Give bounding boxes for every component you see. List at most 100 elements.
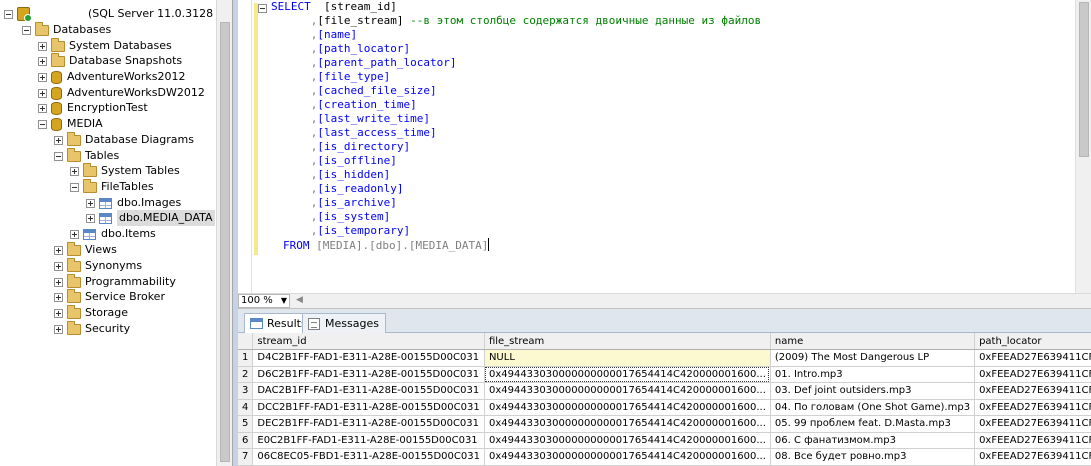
header-file-stream[interactable]: file_stream (484, 333, 771, 350)
expand-icon[interactable] (38, 41, 47, 51)
tree-node-system-databases[interactable]: System Databases (38, 37, 172, 54)
cell-path-locator[interactable]: 0xFEEAD27E639411CFF110543BE8D83EFBF (974, 399, 1091, 416)
expand-icon[interactable] (54, 135, 63, 145)
tree-node-dbo-images[interactable]: dbo.Images (86, 195, 181, 211)
cell-name[interactable]: 03. Def joint outsiders.mp3 (770, 382, 976, 400)
cell-path-locator[interactable]: 0xFEEAD27E639411CFF110543BE8D83EFBF (974, 448, 1091, 466)
collapse-icon[interactable] (22, 25, 31, 35)
table-row[interactable]: 5 DEC2B1FF-FAD1-E311-A28E-00155D00C031 0x4… (238, 415, 1091, 433)
tree-node-system-tables[interactable]: System Tables (70, 162, 180, 179)
cell-path-locator[interactable]: 0xFEEAD27E639411CFF110543BE8D83EFBF (974, 432, 1091, 449)
cell-stream-id[interactable]: D6C2B1FF-FAD1-E311-A28E-00155D00C031 (252, 366, 485, 383)
row-number[interactable]: 3 (238, 382, 254, 400)
cell-file-stream[interactable]: 0x494433030000000000017654414C4200000016… (484, 432, 771, 449)
expand-icon[interactable] (70, 229, 79, 239)
tree-node-adventureworksdw2012[interactable]: AdventureWorksDW2012 (38, 85, 205, 101)
expand-icon[interactable] (86, 213, 95, 223)
code-line: ,[cached_file_size] (271, 84, 437, 98)
collapse-icon[interactable] (54, 151, 63, 161)
cell-name[interactable]: 06. С фанатизмом.mp3 (770, 432, 976, 449)
editor-vertical-scrollbar[interactable] (1075, 0, 1091, 293)
row-number[interactable]: 4 (238, 399, 254, 416)
tree-node-storage[interactable]: Storage (54, 304, 128, 321)
cell-stream-id[interactable]: DCC2B1FF-FAD1-E311-A28E-00155D00C031 (252, 399, 485, 416)
expand-icon[interactable] (54, 308, 63, 318)
tree-node-dbo-items[interactable]: dbo.Items (70, 226, 156, 242)
tree-node-media[interactable]: MEDIA (38, 116, 103, 132)
cell-name[interactable]: 08. Все будет ровно.mp3 (770, 448, 976, 466)
cell-file-stream[interactable]: 0x494433030000000000017654414C4200000016… (484, 382, 771, 400)
tree-node-programmability[interactable]: Programmability (54, 273, 176, 290)
cell-path-locator[interactable]: 0xFEEAD27E639411CFF110543BE8D83EFBF (974, 415, 1091, 433)
tab-messages[interactable]: Messages (302, 313, 386, 333)
expand-icon[interactable] (86, 198, 95, 208)
cell-file-stream[interactable]: 0x494433030000000000017654414C4200000016… (484, 399, 771, 416)
table-row[interactable]: 2 D6C2B1FF-FAD1-E311-A28E-00155D00C031 0x4… (238, 366, 1091, 383)
header-corner[interactable] (238, 333, 254, 350)
tree-node-tables[interactable]: Tables (54, 147, 119, 164)
collapse-icon[interactable] (70, 182, 79, 192)
tree-node-adventureworks2012[interactable]: AdventureWorks2012 (38, 69, 185, 85)
cell-stream-id[interactable]: DAC2B1FF-FAD1-E311-A28E-00155D00C031 (252, 382, 485, 400)
cell-stream-id[interactable]: DEC2B1FF-FAD1-E311-A28E-00155D00C031 (252, 415, 485, 433)
tree-node-database-snapshots[interactable]: Database Snapshots (38, 52, 182, 69)
expand-icon[interactable] (70, 166, 79, 176)
row-number[interactable]: 5 (238, 415, 254, 433)
tree-node-security[interactable]: Security (54, 320, 130, 337)
expand-icon[interactable] (54, 324, 63, 334)
cell-file-stream[interactable]: 0x494433030000000000017654414C4200000016… (484, 366, 771, 383)
cell-file-stream[interactable]: 0x494433030000000000017654414C4200000016… (484, 448, 771, 466)
expand-icon[interactable] (38, 56, 47, 66)
cell-name[interactable]: (2009) The Most Dangerous LP (770, 349, 976, 367)
tree-node-databases[interactable]: Databases (22, 21, 111, 38)
row-number[interactable]: 2 (238, 366, 254, 383)
expand-icon[interactable] (54, 292, 63, 302)
cell-stream-id[interactable]: D4C2B1FF-FAD1-E311-A28E-00155D00C031 (252, 349, 485, 367)
expand-icon[interactable] (38, 72, 47, 82)
row-number[interactable]: 1 (238, 349, 254, 367)
tree-node-filetables[interactable]: FileTables (70, 178, 154, 195)
row-number[interactable]: 7 (238, 448, 254, 466)
tree-node-dbo-media-data[interactable]: dbo.MEDIA_DATA (86, 210, 215, 226)
query-editor[interactable]: SELECT [stream_id] ,[file_stream] --в эт… (238, 0, 1091, 293)
editor-scrollbar-thumb[interactable] (1079, 2, 1089, 157)
tree-node-encryptiontest[interactable]: EncryptionTest (38, 100, 148, 116)
explorer-scrollbar[interactable] (216, 0, 232, 466)
tree-node-database-diagrams[interactable]: Database Diagrams (54, 131, 194, 148)
scroll-left-icon[interactable]: ◀ (296, 295, 303, 305)
cell-name[interactable]: 04. По головам (One Shot Game).mp3 (770, 399, 976, 416)
cell-file-stream[interactable]: 0x494433030000000000017654414C4200000016… (484, 415, 771, 433)
results-grid[interactable]: stream_id file_stream name path_locator … (238, 333, 1091, 466)
row-number[interactable]: 6 (238, 432, 254, 449)
cell-stream-id[interactable]: E0C2B1FF-FAD1-E311-A28E-00155D00C031 (252, 432, 485, 449)
expand-icon[interactable] (54, 245, 63, 255)
expand-icon[interactable] (38, 88, 47, 98)
tree-node-synonyms[interactable]: Synonyms (54, 257, 142, 274)
cell-path-locator[interactable]: 0xFEEAD27E639411CFF110543BE8D83EFBF (974, 382, 1091, 400)
table-row[interactable]: 3 DAC2B1FF-FAD1-E311-A28E-00155D00C031 0x4… (238, 382, 1091, 400)
table-row[interactable]: 1 D4C2B1FF-FAD1-E311-A28E-00155D00C031 NUL… (238, 349, 1091, 367)
cell-path-locator[interactable]: 0xFEEAD27E639411CFF110543BE8D83EFBF (974, 366, 1091, 383)
table-row[interactable]: 4 DCC2B1FF-FAD1-E311-A28E-00155D00C031 0x4… (238, 399, 1091, 416)
expand-icon[interactable] (54, 261, 63, 271)
cell-name[interactable]: 01. Intro.mp3 (770, 366, 976, 383)
header-stream-id[interactable]: stream_id (252, 333, 485, 350)
cell-name[interactable]: 05. 99 проблем feat. D.Masta.mp3 (770, 415, 976, 433)
collapse-icon[interactable] (38, 119, 47, 129)
tree-node-service-broker[interactable]: Service Broker (54, 288, 165, 305)
cell-path-locator[interactable]: 0xFEEAD27E639411CFF110543BE8D83EFBF (974, 349, 1091, 367)
expand-icon[interactable] (54, 277, 63, 287)
tree-node-server[interactable]: (SQL Server 11.0.3128 - da (4, 6, 232, 22)
collapse-icon[interactable] (4, 9, 13, 19)
header-path-locator[interactable]: path_locator (974, 333, 1091, 350)
table-row[interactable]: 6 E0C2B1FF-FAD1-E311-A28E-00155D00C031 0x4… (238, 432, 1091, 449)
explorer-scrollbar-thumb[interactable] (220, 22, 230, 462)
expand-icon[interactable] (38, 103, 47, 113)
zoom-dropdown[interactable]: 100 % ▼ (238, 294, 290, 308)
header-name[interactable]: name (770, 333, 976, 350)
cell-stream-id[interactable]: 06C8EC05-FBD1-E311-A28E-00155D00C031 (252, 448, 485, 466)
table-row[interactable]: 7 06C8EC05-FBD1-E311-A28E-00155D00C031 0x4… (238, 448, 1091, 466)
tree-node-views[interactable]: Views (54, 241, 117, 258)
outline-collapse-icon[interactable] (258, 4, 267, 13)
cell-file-stream[interactable]: NULL (484, 349, 771, 367)
